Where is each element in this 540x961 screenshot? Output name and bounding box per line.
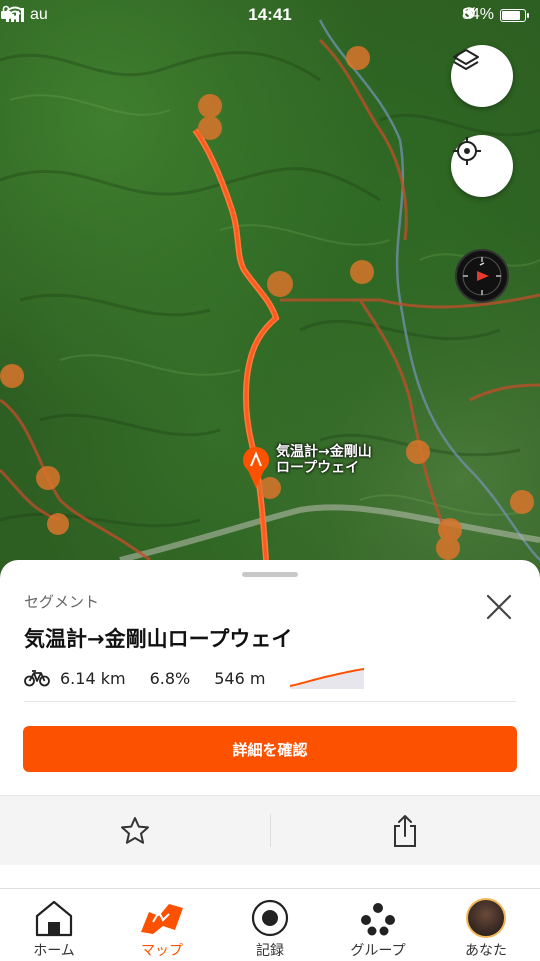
status-bar: au 14:41 84% [0,0,540,32]
share-segment-button[interactable] [271,796,540,865]
home-icon [35,900,73,937]
divider [24,701,516,702]
my-location-button[interactable] [451,135,513,197]
tab-groups[interactable]: グループ [324,889,432,961]
segment-map-label: 気温計→金剛山 ロープウェイ [276,444,372,476]
tab-label: あなた [465,943,507,959]
elevation-profile-icon [290,668,365,689]
lock-icon [1,5,11,19]
locate-icon [453,137,481,165]
battery-icon [500,8,529,22]
share-icon [394,814,417,847]
tab-label: 記録 [256,943,284,959]
segment-actions [0,795,540,865]
tab-record[interactable]: 記録 [216,889,324,961]
view-details-button[interactable]: 詳細を確認 [23,726,517,772]
layers-icon [453,49,479,70]
bike-icon [24,670,50,687]
tab-label: マップ [141,943,183,959]
bottom-tab-bar: ホーム マップ 記録 グループ あなた [0,888,540,961]
star-segment-button[interactable] [0,796,270,865]
close-button[interactable] [484,592,514,622]
map-icon [141,904,183,934]
tab-label: グループ [350,943,406,959]
groups-icon [361,903,395,936]
map-layers-button[interactable] [451,45,513,107]
tab-map[interactable]: マップ [108,889,216,961]
segment-title: 気温計→金剛山ロープウェイ [24,627,293,651]
segment-kicker: セグメント [24,593,100,611]
tab-label: ホーム [33,943,75,959]
tab-home[interactable]: ホーム [0,889,108,961]
segment-detail-sheet: セグメント 気温計→金剛山ロープウェイ 6.14 km 6.8% 546 m 詳… [0,560,540,890]
segment-elevation: 546 m [214,668,266,688]
avatar [466,898,506,938]
segment-distance: 6.14 km [60,668,126,688]
compass-icon [462,256,502,296]
compass-button[interactable] [455,249,509,303]
star-icon [120,816,149,844]
record-icon [251,899,289,937]
segment-stats: 6.14 km 6.8% 546 m [24,666,365,690]
sheet-drag-handle[interactable] [242,572,298,577]
clock-time: 14:41 [248,5,292,24]
tab-you[interactable]: あなた [432,889,540,961]
segment-grade: 6.8% [149,668,191,688]
location-arrow-icon [462,7,475,19]
close-icon [486,594,512,620]
map-view[interactable]: au 14:41 84% 気温計→金剛山 ロープウェイ [0,0,540,600]
